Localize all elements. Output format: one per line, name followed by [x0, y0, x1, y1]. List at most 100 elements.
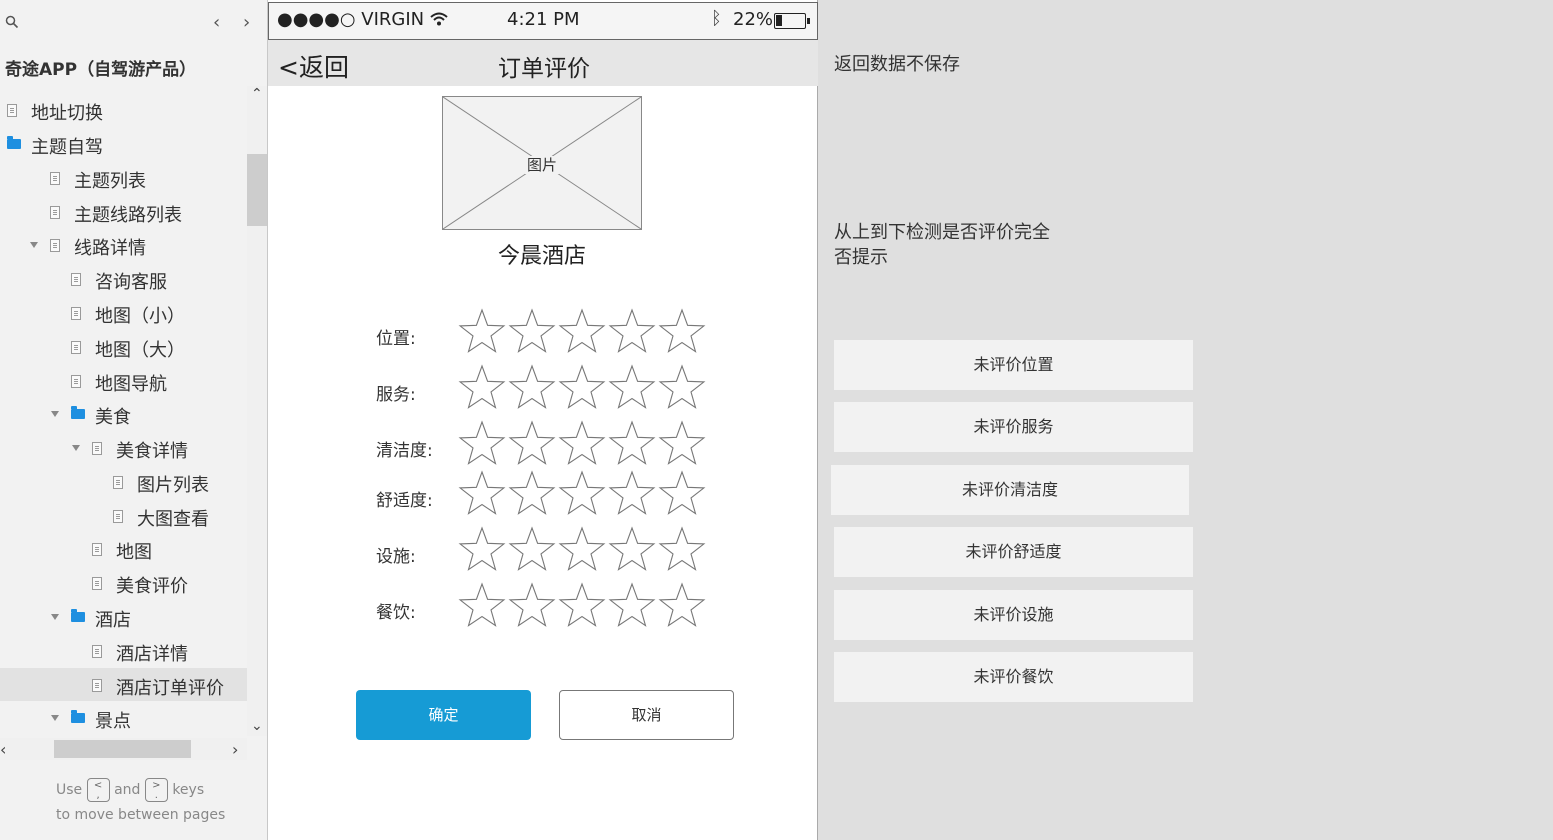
page-icon	[71, 273, 81, 286]
vertical-scrollbar[interactable]: ⌃ ⌄	[247, 86, 267, 736]
star-icon[interactable]	[508, 308, 556, 356]
next-key-label: >	[152, 780, 161, 791]
hotel-image-placeholder: 图片	[442, 96, 642, 230]
hint-keys-text: keys	[172, 782, 205, 798]
star-icon[interactable]	[458, 582, 506, 630]
star-icon[interactable]	[658, 420, 706, 468]
sidebar-item[interactable]: 大图查看	[0, 499, 247, 532]
sidebar-item-label: 主题列表	[74, 171, 146, 192]
cancel-button[interactable]: 取消	[559, 690, 734, 740]
validation-tip: 未评价舒适度	[834, 527, 1193, 577]
star-icon[interactable]	[558, 308, 606, 356]
star-icon[interactable]	[458, 526, 506, 574]
star-icon[interactable]	[458, 308, 506, 356]
scroll-down-icon[interactable]: ⌄	[251, 719, 263, 733]
sidebar-item[interactable]: 酒店订单评价	[0, 668, 247, 701]
expand-arrow-icon[interactable]	[51, 411, 59, 417]
next-page-icon[interactable]: ›	[243, 14, 257, 32]
sidebar-item[interactable]: 主题线路列表	[0, 195, 247, 228]
sidebar-item[interactable]: 美食详情	[0, 431, 247, 464]
star-icon[interactable]	[458, 364, 506, 412]
sidebar-item-label: 地图	[116, 542, 152, 563]
star-icon[interactable]	[558, 582, 606, 630]
star-icon[interactable]	[608, 364, 656, 412]
sidebar-item-label: 酒店详情	[116, 644, 188, 665]
sidebar-item[interactable]: 景点	[0, 701, 247, 734]
horizontal-scroll-thumb[interactable]	[54, 740, 191, 758]
star-icon[interactable]	[658, 526, 706, 574]
rating-label: 服务:	[376, 385, 416, 405]
confirm-button[interactable]: 确定	[356, 690, 531, 740]
star-icon[interactable]	[508, 582, 556, 630]
sidebar-item[interactable]: 咨询客服	[0, 262, 247, 295]
folder-icon	[71, 609, 85, 622]
star-icon[interactable]	[608, 526, 656, 574]
sidebar-item-label: 酒店	[95, 610, 131, 631]
back-button[interactable]: <返回	[278, 48, 349, 84]
expand-arrow-icon[interactable]	[30, 242, 38, 248]
sidebar-item[interactable]: 地址切换	[0, 93, 247, 126]
horizontal-scrollbar[interactable]: ‹ ›	[0, 738, 247, 760]
sidebar-item[interactable]: 美食评价	[0, 566, 247, 599]
sidebar-item-label: 主题线路列表	[74, 205, 182, 226]
star-icon[interactable]	[658, 470, 706, 518]
sidebar-item[interactable]: 地图导航	[0, 364, 247, 397]
image-caption: 图片	[524, 156, 559, 174]
page-title: 订单评价	[498, 56, 590, 82]
page-icon	[50, 206, 60, 219]
previous-page-icon[interactable]: ‹	[213, 14, 227, 32]
rating-row: 位置:	[376, 308, 736, 358]
hint-use-text: Use	[56, 782, 83, 798]
expand-arrow-icon[interactable]	[51, 715, 59, 721]
star-icon[interactable]	[508, 420, 556, 468]
sidebar-item[interactable]: 地图（大）	[0, 330, 247, 363]
page-icon	[113, 476, 123, 489]
scroll-right-icon[interactable]: ›	[232, 740, 238, 759]
sidebar-item[interactable]: 酒店	[0, 600, 247, 633]
star-icon[interactable]	[558, 526, 606, 574]
search-icon[interactable]	[5, 15, 19, 29]
sidebar-item[interactable]: 主题列表	[0, 161, 247, 194]
star-icon[interactable]	[658, 308, 706, 356]
scroll-left-icon[interactable]: ‹	[0, 740, 6, 759]
star-icon[interactable]	[658, 582, 706, 630]
star-icon[interactable]	[558, 470, 606, 518]
expand-arrow-icon[interactable]	[72, 445, 80, 451]
sidebar-item-label: 地图导航	[95, 374, 167, 395]
validation-tip: 未评价位置	[834, 340, 1193, 390]
project-title: 奇途APP（自驾游产品）	[5, 60, 197, 80]
rating-label: 舒适度:	[376, 491, 433, 511]
star-icon[interactable]	[608, 470, 656, 518]
star-icon[interactable]	[558, 364, 606, 412]
sidebar-item[interactable]: 图片列表	[0, 465, 247, 498]
sidebar-item[interactable]: 酒店详情	[0, 634, 247, 667]
page-icon	[50, 172, 60, 185]
star-icon[interactable]	[608, 582, 656, 630]
sidebar-item[interactable]: 线路详情	[0, 228, 247, 261]
battery-fill	[776, 15, 782, 26]
sidebar-item[interactable]: 主题自驾	[0, 127, 247, 160]
status-time: 4:21 PM	[507, 9, 580, 30]
star-icon[interactable]	[608, 420, 656, 468]
sidebar-item[interactable]: 美食	[0, 397, 247, 430]
sidebar-toolbar: ‹ ›	[0, 0, 268, 46]
star-icon[interactable]	[508, 470, 556, 518]
star-icon[interactable]	[458, 420, 506, 468]
vertical-scroll-thumb[interactable]	[247, 154, 267, 226]
star-icon[interactable]	[558, 420, 606, 468]
star-icon[interactable]	[458, 470, 506, 518]
sidebar-item[interactable]: 地图（小）	[0, 296, 247, 329]
rating-row: 服务:	[376, 364, 736, 414]
nav-bar: <返回 订单评价	[268, 40, 818, 86]
battery-icon	[774, 13, 810, 29]
star-icon[interactable]	[508, 364, 556, 412]
sidebar-item-label: 线路详情	[74, 238, 146, 259]
star-icon[interactable]	[608, 308, 656, 356]
star-icon[interactable]	[658, 364, 706, 412]
sidebar-item[interactable]: 地图	[0, 532, 247, 565]
scroll-up-icon[interactable]: ⌃	[251, 87, 263, 101]
check-note: 从上到下检测是否评价完全 否提示	[834, 220, 1050, 270]
expand-arrow-icon[interactable]	[51, 614, 59, 620]
star-icon[interactable]	[508, 526, 556, 574]
hint-line2: to move between pages	[56, 807, 226, 823]
